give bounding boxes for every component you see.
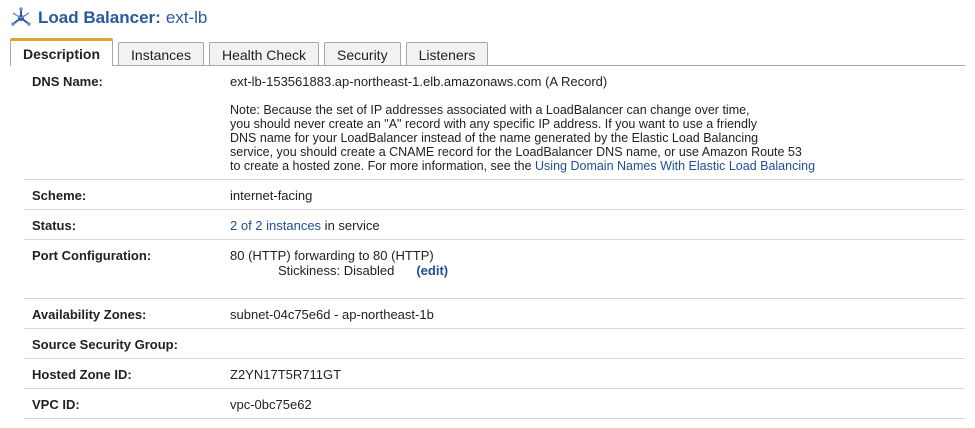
port-configuration-label: Port Configuration: [24,239,222,299]
status-cell: 2 of 2 instances in service [222,209,965,240]
page-header: Load Balancer: ext-lb [10,6,207,30]
row-status: Status: 2 of 2 instances in service [24,209,965,240]
edit-stickiness-link[interactable]: (edit) [416,263,448,278]
status-suffix: in service [321,218,380,233]
row-hosted-zone-id: Hosted Zone ID: Z2YN17T5R711GT [24,358,965,389]
source-security-group-value [222,328,965,359]
tab-bar: Description Instances Health Check Secur… [10,38,493,66]
source-security-group-label: Source Security Group: [24,328,222,359]
stickiness-line: Stickiness: Disabled (edit) [230,263,957,278]
page-title-label: Load Balancer: [38,8,161,27]
description-table: DNS Name: ext-lb-153561883.ap-northeast-… [24,66,965,419]
scheme-label: Scheme: [24,179,222,210]
dns-note-line: Note: Because the set of IP addresses as… [230,103,750,117]
availability-zones-label: Availability Zones: [24,298,222,329]
vpc-id-value: vpc-0bc75e62 [222,388,965,419]
tab-instances[interactable]: Instances [118,42,204,66]
dns-name-label: DNS Name: [24,66,222,180]
dns-name-value: ext-lb-153561883.ap-northeast-1.elb.amaz… [230,74,608,89]
row-dns-name: DNS Name: ext-lb-153561883.ap-northeast-… [24,66,965,180]
stickiness-value: Stickiness: Disabled [278,263,395,278]
tab-listeners[interactable]: Listeners [405,42,489,66]
dns-note-line: service, you should create a CNAME recor… [230,145,802,159]
row-vpc-id: VPC ID: vpc-0bc75e62 [24,388,965,419]
dns-note: Note: Because the set of IP addresses as… [230,103,957,173]
row-source-security-group: Source Security Group: [24,328,965,359]
tab-security[interactable]: Security [324,42,401,66]
dns-name-cell: ext-lb-153561883.ap-northeast-1.elb.amaz… [222,66,965,180]
dns-note-last-text: to create a hosted zone. For more inform… [230,159,536,173]
instances-count-link[interactable]: 2 of 2 instances [230,218,321,233]
status-label: Status: [24,209,222,240]
row-port-configuration: Port Configuration: 80 (HTTP) forwarding… [24,239,965,299]
scheme-value: internet-facing [222,179,965,210]
port-configuration-value: 80 (HTTP) forwarding to 80 (HTTP) [230,248,434,263]
hosted-zone-id-label: Hosted Zone ID: [24,358,222,389]
dns-note-line: to create a hosted zone. For more inform… [230,159,957,173]
availability-zones-value: subnet-04c75e6d - ap-northeast-1b [222,298,965,329]
hosted-zone-id-value: Z2YN17T5R711GT [222,358,965,389]
load-balancer-icon [10,7,32,29]
page-title-name: ext-lb [165,8,208,27]
dns-note-line: you should never create an "A" record wi… [230,117,757,131]
port-configuration-cell: 80 (HTTP) forwarding to 80 (HTTP) Sticki… [222,239,965,299]
domain-names-help-link[interactable]: Using Domain Names With Elastic Load Bal… [535,159,815,173]
row-scheme: Scheme: internet-facing [24,179,965,210]
tab-health-check[interactable]: Health Check [208,42,319,66]
tab-divider [10,65,965,66]
row-availability-zones: Availability Zones: subnet-04c75e6d - ap… [24,298,965,329]
dns-note-line: DNS name for your LoadBalancer instead o… [230,131,759,145]
tab-description[interactable]: Description [10,38,114,66]
vpc-id-label: VPC ID: [24,388,222,419]
